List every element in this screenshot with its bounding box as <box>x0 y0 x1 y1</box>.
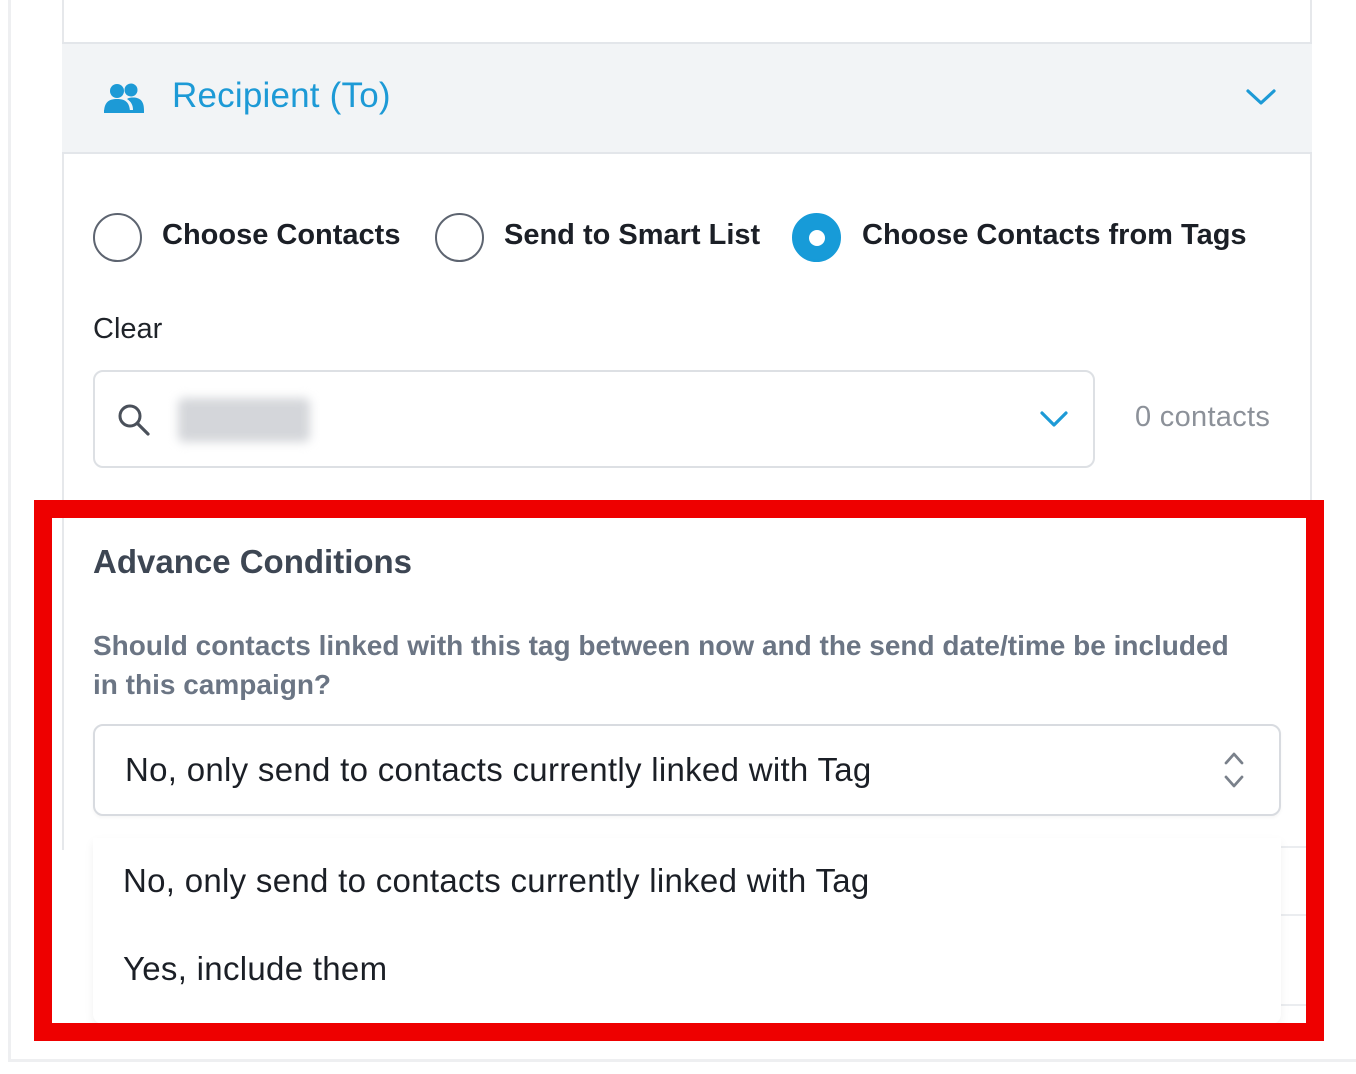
search-icon <box>118 404 150 436</box>
dropdown-option[interactable]: Yes, include them <box>123 950 387 988</box>
advance-conditions-title: Advance Conditions <box>93 543 413 580</box>
radio-choose-contacts[interactable] <box>93 213 142 262</box>
clear-link[interactable]: Clear <box>93 313 162 346</box>
dropdown-option[interactable]: No, only send to contacts currently link… <box>123 862 870 900</box>
divider <box>1281 1004 1311 1006</box>
chevron-down-icon[interactable] <box>1039 408 1069 430</box>
advance-condition-selected-value[interactable]: No, only send to contacts currently link… <box>125 751 872 789</box>
selected-tag-chip[interactable] <box>178 398 310 442</box>
chevron-down-icon[interactable] <box>1245 86 1277 108</box>
divider <box>1281 846 1311 916</box>
users-icon <box>104 83 144 113</box>
chevron-up-down-icon[interactable] <box>1221 749 1247 791</box>
campaign-recipient-panel: Recipient (To) Choose Contacts Send to S… <box>0 0 1356 1074</box>
radio-label-send-to-smart-list[interactable]: Send to Smart List <box>504 219 760 252</box>
radio-send-to-smart-list[interactable] <box>435 213 484 262</box>
radio-label-choose-contacts[interactable]: Choose Contacts <box>162 219 400 252</box>
contacts-count: 0 contacts <box>1135 401 1271 433</box>
recipient-title: Recipient (To) <box>172 76 391 115</box>
radio-choose-contacts-from-tags[interactable] <box>792 213 841 262</box>
radio-label-choose-contacts-from-tags[interactable]: Choose Contacts from Tags <box>862 219 1247 252</box>
advance-conditions-description: Should contacts linked with this tag bet… <box>93 630 1229 700</box>
